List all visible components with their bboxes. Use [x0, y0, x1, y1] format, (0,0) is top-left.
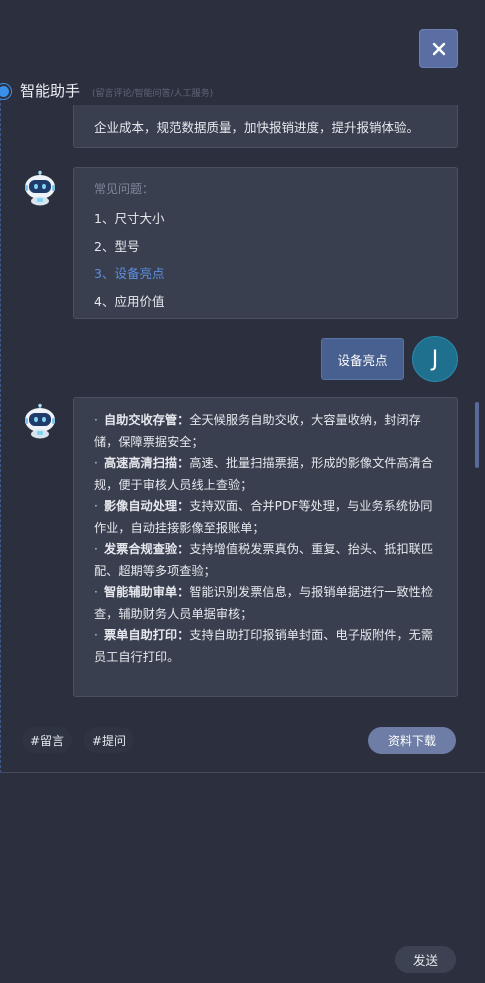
faq-item-size[interactable]: 1、尺寸大小 — [94, 208, 164, 227]
message-text: 企业成本，规范数据质量，加快报销进度，提升报销体验。 — [94, 120, 420, 135]
page-title: 智能助手 — [20, 82, 81, 100]
close-button[interactable] — [419, 29, 458, 68]
page-subtitle: (留言评论/智能问答/人工服务) — [92, 89, 214, 99]
robot-avatar-icon — [22, 170, 58, 206]
tag-message-board[interactable]: #留言 — [22, 727, 73, 753]
chat-messages[interactable]: 企业成本，规范数据质量，加快报销进度，提升报销体验。 常见问题： 1、尺寸大小 … — [0, 105, 485, 770]
faq-heading: 常见问题： — [94, 182, 155, 196]
close-icon — [432, 42, 445, 55]
feature-item: · 自助交收存管：全天候服务自助交收，大容量收纳，封闭存储，保障票据安全； — [94, 413, 421, 449]
chat-panel: 智能助手 (留言评论/智能问答/人工服务) 企业成本，规范数据质量，加快报销进度… — [0, 0, 485, 983]
feature-item: · 智能辅助审单：智能识别发票信息，与报销单据进行一致性检查，辅助财务人员单据审核… — [94, 585, 434, 621]
bot-message-previous: 企业成本，规范数据质量，加快报销进度，提升报销体验。 — [73, 105, 458, 148]
feature-title: 自助交收存管： — [104, 413, 190, 427]
robot-avatar-icon — [22, 403, 58, 439]
feature-title: 影像自动处理： — [104, 499, 190, 513]
faq-item-highlights[interactable]: 3、设备亮点 — [94, 263, 164, 282]
feature-item: · 票单自助打印：支持自助打印报销单封面、电子版附件，无需员工自行打印。 — [94, 628, 434, 664]
feature-title: 高速高清扫描： — [104, 456, 190, 470]
faq-message: 常见问题： 1、尺寸大小 2、型号 3、设备亮点 4、应用价值 — [73, 167, 458, 319]
chat-scrollbar[interactable] — [475, 402, 479, 468]
user-avatar: J — [412, 336, 458, 382]
download-materials-button[interactable]: 资料下载 — [368, 727, 456, 754]
feature-item: · 高速高清扫描：高速、批量扫描票据，形成的影像文件高清合规，便于审核人员线上查验… — [94, 456, 434, 492]
feature-item: · 影像自动处理：支持双面、合并PDF等处理，与业务系统协同作业，自动挂接影像至报… — [94, 499, 433, 535]
feature-title: 票单自助打印： — [104, 628, 190, 642]
feature-title: 发票合规查验： — [104, 542, 190, 556]
faq-item-value[interactable]: 4、应用价值 — [94, 291, 164, 310]
feature-item: · 发票合规查验：支持增值税发票真伪、重复、抬头、抵扣联匹配、超期等多项查验； — [94, 542, 434, 578]
send-button[interactable]: 发送 — [395, 946, 456, 973]
tag-ask-question[interactable]: #提问 — [84, 727, 135, 753]
status-dot-icon — [0, 84, 11, 99]
user-message: 设备亮点 — [321, 338, 404, 380]
faq-item-model[interactable]: 2、型号 — [94, 236, 139, 255]
feature-title: 智能辅助审单： — [104, 585, 190, 599]
features-message: · 自助交收存管：全天候服务自助交收，大容量收纳，封闭存储，保障票据安全； · 高速… — [73, 397, 458, 697]
